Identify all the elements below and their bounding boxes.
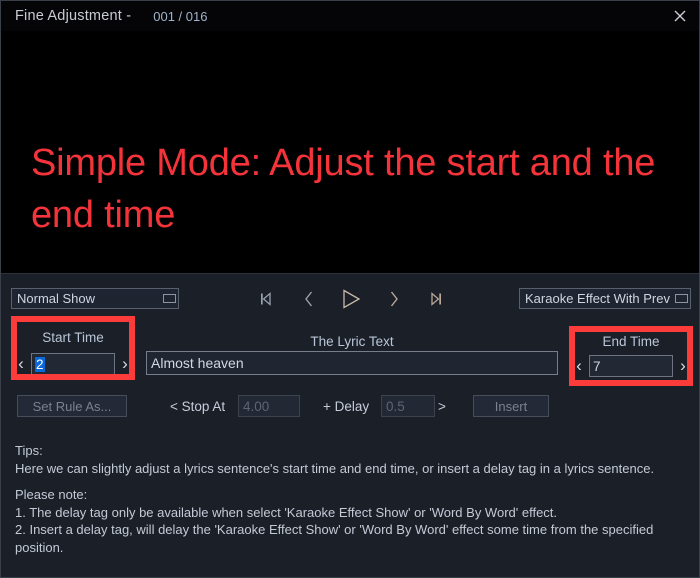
title-bar: Fine Adjustment - 001 / 016 [1, 1, 699, 31]
next-icon[interactable] [379, 285, 409, 313]
end-time-group: ‹ 7 › [569, 354, 693, 378]
start-time-label: Start Time [42, 330, 104, 345]
start-time-value: 2 [35, 356, 45, 372]
dropdown-arrow-icon [675, 294, 688, 303]
transport-controls [251, 284, 451, 314]
note-heading: Please note: [15, 487, 88, 502]
dropdown-arrow-icon [163, 294, 176, 303]
delay-input[interactable]: 0.5 [381, 395, 435, 417]
start-time-group: ‹ 2 › [11, 352, 135, 376]
end-time-input[interactable]: 7 [589, 355, 673, 377]
lyric-text-input[interactable]: Almost heaven [146, 351, 558, 375]
stop-at-label: < Stop At [170, 398, 226, 414]
note-item-1: 1. The delay tag only be available when … [15, 504, 558, 520]
tips-heading: Tips: [15, 443, 43, 458]
start-time-decrement-icon[interactable]: ‹ [11, 352, 31, 376]
start-time-increment-icon[interactable]: › [115, 352, 135, 376]
lyric-text-value: Almost heaven [151, 355, 244, 371]
skip-to-start-icon[interactable] [251, 285, 281, 313]
delay-greater-than-symbol: > [438, 398, 446, 414]
preview-stage[interactable]: Simple Mode: Adjust the start and the en… [1, 31, 699, 273]
end-time-label: End Time [602, 334, 660, 349]
delay-label: + Delay [323, 398, 370, 414]
tips-block: Tips: Here we can slightly adjust a lyri… [15, 442, 687, 477]
preview-headline: Simple Mode: Adjust the start and the en… [31, 142, 656, 236]
insert-button[interactable]: Insert [473, 395, 549, 417]
note-item-2: 2. Insert a delay tag, will delay the 'K… [15, 522, 654, 555]
close-icon[interactable] [665, 3, 695, 29]
play-icon[interactable] [336, 285, 366, 313]
end-time-increment-icon[interactable]: › [673, 354, 693, 378]
skip-to-end-icon[interactable] [421, 285, 451, 313]
lyric-text-label: The Lyric Text [310, 334, 394, 349]
end-time-value: 7 [593, 358, 601, 374]
start-time-input[interactable]: 2 [31, 353, 115, 375]
fine-adjustment-window: Fine Adjustment - 001 / 016 Simple Mode:… [0, 0, 700, 578]
sentence-counter: 001 / 016 [153, 8, 208, 24]
effect-mode-dropdown[interactable]: Karaoke Effect With Prev [519, 288, 691, 309]
show-mode-dropdown[interactable]: Normal Show [11, 288, 179, 309]
control-panel: Normal Show Karaoke Effect With Prev Sta… [1, 273, 699, 577]
set-rule-as-button[interactable]: Set Rule As... [17, 395, 127, 417]
show-mode-value: Normal Show [17, 291, 96, 306]
previous-icon[interactable] [294, 285, 324, 313]
window-title: Fine Adjustment - [15, 8, 132, 24]
tips-body: Here we can slightly adjust a lyrics sen… [15, 460, 655, 476]
note-block: Please note: 1. The delay tag only be av… [15, 486, 687, 556]
stop-at-input[interactable]: 4.00 [238, 395, 300, 417]
end-time-decrement-icon[interactable]: ‹ [569, 354, 589, 378]
effect-mode-value: Karaoke Effect With Prev [525, 291, 670, 306]
